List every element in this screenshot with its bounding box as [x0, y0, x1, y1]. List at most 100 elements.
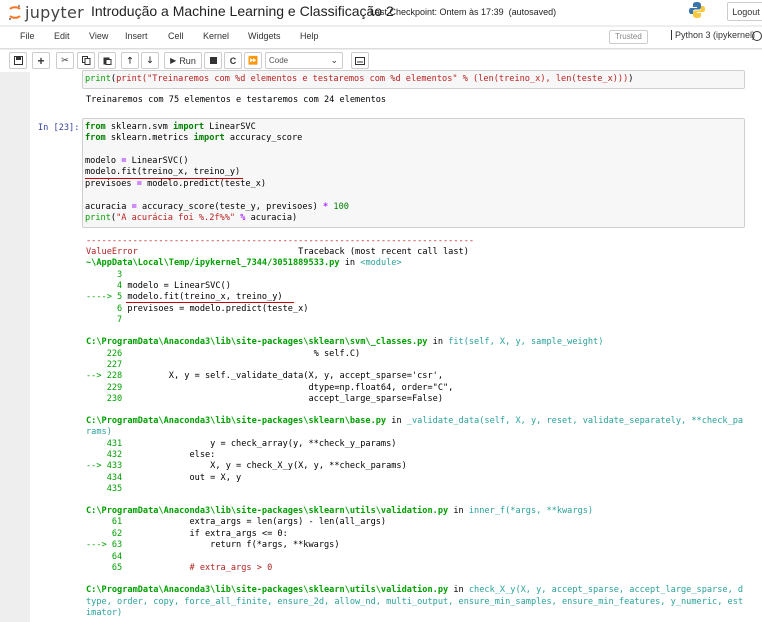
restart-icon: C: [229, 55, 237, 66]
frame2-line-3: 229 dtype=np.float64, order="C",: [86, 383, 454, 393]
frame4-line-4: 65 # extra_args > 0: [86, 563, 273, 573]
frame3-line-4: 435: [86, 484, 123, 494]
menu-cell[interactable]: Cell: [168, 31, 184, 41]
restart-run-all-button[interactable]: ⏩: [244, 52, 262, 69]
command-palette-button[interactable]: [351, 52, 369, 69]
arrow-up-icon: 🡑: [127, 54, 133, 65]
cell-type-select[interactable]: Code ⌄: [265, 52, 343, 69]
autosave-status: (autosaved): [508, 7, 557, 17]
toolbar: + ✂ 🡑 🡓 ▶ Run C ⏩ Code ⌄: [0, 50, 762, 72]
traceback-header: ValueError Traceback (most recent call l…: [86, 247, 469, 258]
frame2-line-0: 226 % self.C): [86, 349, 361, 359]
fast-forward-icon: ⏩: [248, 56, 258, 65]
frame1-line-4: 7: [86, 315, 123, 325]
frame4-location: C:\ProgramData\Anaconda3\lib\site-packag…: [86, 506, 594, 516]
traceback-separator: ----------------------------------------…: [86, 236, 475, 246]
run-button[interactable]: ▶ Run: [164, 52, 202, 69]
menu-help[interactable]: Help: [300, 31, 319, 41]
notebook-title[interactable]: Introdução a Machine Learning e Classifi…: [91, 3, 394, 19]
frame3-location: C:\ProgramData\Anaconda3\lib\site-packag…: [86, 416, 744, 426]
trusted-badge[interactable]: Trusted: [609, 30, 648, 44]
code-line-4: modelo = LinearSVC(): [85, 156, 189, 166]
jupyter-logo[interactable]: jupyter: [8, 3, 84, 22]
error-type: ValueError: [86, 247, 138, 257]
code-line-2: from sklearn.metrics import accuracy_sco…: [85, 133, 303, 143]
menu-insert[interactable]: Insert: [125, 31, 148, 41]
frame2-function: fit(self, X, y, sample_weight): [448, 337, 604, 347]
code-line-8: acuracia = accuracy_score(teste_y, previ…: [85, 202, 349, 212]
frame2-line-1: 227: [86, 360, 123, 370]
floppy-icon: [13, 56, 23, 65]
menu-edit[interactable]: Edit: [54, 31, 70, 41]
kernel-name[interactable]: Python 3 (ipykernel): [671, 30, 755, 40]
restart-button[interactable]: C: [224, 52, 242, 69]
notebook-header: jupyter Introdução a Machine Learning e …: [0, 0, 762, 25]
save-button[interactable]: [9, 52, 27, 69]
paste-icon: [103, 57, 111, 65]
frame4-function: inner_f(*args, **kwargs): [468, 506, 594, 516]
frame1-location: ~\AppData\Local\Temp/ipykernel_7344/3051…: [86, 258, 402, 269]
frame5-location-cont-1: type, order, copy, force_all_finite, ens…: [86, 597, 744, 607]
checkpoint-text: Last Checkpoint: Ontem às 17:39: [370, 7, 504, 17]
logout-button[interactable]: Logout: [727, 2, 762, 21]
frame5-path: C:\ProgramData\Anaconda3\lib\site-packag…: [86, 585, 449, 595]
frame5-location-cont-2: imator): [86, 608, 123, 618]
prev-cell-code-text: print("Treinaremos com %d elementos e te…: [116, 74, 629, 84]
frame2-line-2: --> 228 X, y = self._validate_data(X, y,…: [86, 371, 443, 381]
run-label: Run: [179, 55, 196, 66]
frame1-line-3: 6 previsoes = modelo.predict(teste_x): [86, 304, 309, 314]
frame3-line-3: 434 out = X, y: [86, 473, 242, 483]
scissors-icon: ✂: [61, 55, 69, 65]
jupyter-logo-text: jupyter: [25, 3, 85, 22]
frame5-function: check_X_y(X, y, accept_sparse, accept_la…: [468, 585, 744, 595]
frame5-location: C:\ProgramData\Anaconda3\lib\site-packag…: [86, 585, 744, 595]
menu-bar: File Edit View Insert Cell Kernel Widget…: [0, 27, 762, 49]
python-logo-icon: [689, 2, 705, 18]
frame4-line-0: 61 extra_args = len(args) - len(all_args…: [86, 517, 387, 527]
frame4-line-1: 62 if extra_args <= 0:: [86, 529, 288, 539]
stop-icon: [209, 57, 217, 64]
add-cell-button[interactable]: +: [32, 52, 50, 69]
menu-widgets[interactable]: Widgets: [248, 31, 281, 41]
paste-button[interactable]: [98, 52, 116, 69]
arrow-down-icon: 🡓: [147, 54, 153, 65]
frame3-location-cont: rams): [86, 427, 112, 437]
frame3-line-0: 431 y = check_array(y, **check_y_params): [86, 439, 397, 449]
frame3-function: _validate_data(self, X, y, reset, valida…: [406, 416, 744, 426]
prev-cell-output: Treinaremos com 75 elementos e testaremo…: [86, 95, 387, 105]
copy-icon: [81, 56, 90, 65]
code-line-9: print("A acurácia foi %.2f%%" % acuracia…: [85, 213, 298, 223]
frame3-path: C:\ProgramData\Anaconda3\lib\site-packag…: [86, 416, 387, 426]
code-line-1: from sklearn.svm import LinearSVC: [85, 122, 256, 132]
checkpoint-status: Last Checkpoint: Ontem às 17:39 (autosave…: [370, 7, 556, 17]
frame1-path: ~\AppData\Local\Temp/ipykernel_7344/3051…: [86, 258, 340, 268]
frame1-in: in: [344, 258, 356, 268]
move-up-button[interactable]: 🡑: [121, 52, 139, 69]
frame2-location: C:\ProgramData\Anaconda3\lib\site-packag…: [86, 337, 604, 347]
copy-button[interactable]: [77, 52, 95, 69]
annotation-underline: [126, 302, 294, 303]
cell-type-value: Code: [269, 56, 289, 65]
frame4-path: C:\ProgramData\Anaconda3\lib\site-packag…: [86, 506, 449, 516]
menu-file[interactable]: File: [20, 31, 35, 41]
frame2-line-4: 230 accept_large_sparse=False): [86, 394, 443, 404]
move-down-button[interactable]: 🡓: [141, 52, 159, 69]
prev-cell-code: print(print("Treinaremos com %d elemento…: [85, 74, 634, 84]
code-line-6: previsoes = modelo.predict(teste_x): [85, 179, 267, 189]
frame1-module: <module>: [360, 258, 402, 268]
frame3-line-1: 432 else:: [86, 450, 216, 460]
notebook-page: print(print("Treinaremos com %d elemento…: [30, 70, 762, 622]
jupyter-icon: [9, 5, 21, 20]
frame2-path: C:\ProgramData\Anaconda3\lib\site-packag…: [86, 337, 428, 347]
cell-prompt: In [23]:: [38, 123, 80, 133]
code-line-5: modelo.fit(treino_x, treino_y): [85, 167, 241, 177]
frame3-line-2: --> 433 X, y = check_X_y(X, y, **check_p…: [86, 461, 407, 471]
frame4-line-3: 64: [86, 552, 123, 562]
frame4-line-2: ---> 63 return f(*args, **kwargs): [86, 540, 340, 550]
interrupt-button[interactable]: [204, 52, 222, 69]
chevron-down-icon: ⌄: [330, 55, 338, 65]
cut-button[interactable]: ✂: [56, 52, 74, 69]
menu-kernel[interactable]: Kernel: [203, 31, 229, 41]
menu-view[interactable]: View: [89, 31, 108, 41]
plus-icon: +: [37, 53, 45, 68]
